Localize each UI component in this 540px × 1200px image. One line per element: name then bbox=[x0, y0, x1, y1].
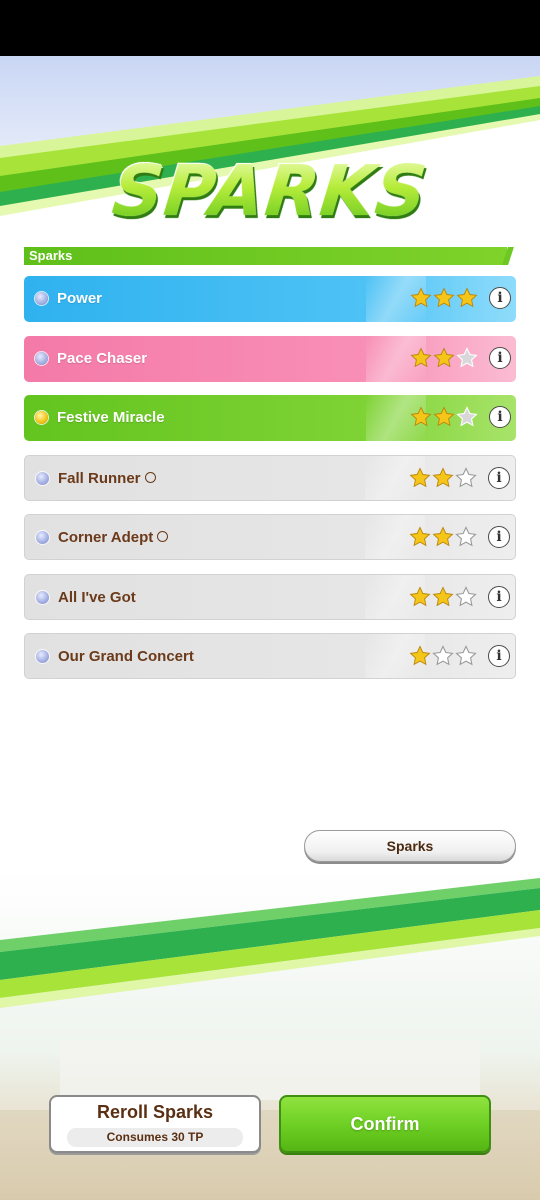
spark-name: All I've Got bbox=[58, 575, 136, 619]
reroll-cost-badge: Consumes 30 TP bbox=[67, 1128, 243, 1147]
spark-name-text: Fall Runner bbox=[58, 469, 141, 487]
sparks-list: Power i Pace Chaser i Festive Miracle i … bbox=[24, 276, 516, 693]
star-filled-icon bbox=[433, 406, 455, 427]
star-empty-icon bbox=[455, 466, 477, 487]
star-filled-icon bbox=[409, 645, 431, 666]
spark-name-text: Festive Miracle bbox=[57, 409, 165, 426]
spark-name: Fall Runner bbox=[58, 456, 156, 500]
star-empty-icon bbox=[432, 645, 454, 666]
spark-name: Festive Miracle bbox=[57, 395, 165, 441]
star-rating bbox=[410, 406, 478, 430]
info-icon[interactable]: i bbox=[488, 526, 510, 548]
reroll-label: Reroll Sparks bbox=[96, 1102, 214, 1122]
skill-orb-icon bbox=[35, 292, 48, 305]
spark-row[interactable]: All I've Got i bbox=[24, 573, 516, 620]
section-header: Sparks bbox=[24, 247, 507, 265]
spark-row[interactable]: Power i bbox=[24, 276, 516, 322]
star-filled-icon bbox=[410, 287, 432, 308]
spark-name: Power bbox=[57, 276, 102, 322]
skill-orb-icon bbox=[36, 590, 49, 604]
star-rating bbox=[410, 346, 478, 371]
info-icon[interactable]: i bbox=[488, 585, 510, 608]
spark-name-text: Power bbox=[57, 290, 103, 307]
info-icon[interactable]: i bbox=[489, 287, 511, 309]
star-filled-icon bbox=[433, 346, 455, 367]
page-title: SPARKS bbox=[0, 150, 540, 232]
star-empty-icon bbox=[456, 346, 478, 367]
sparks-button[interactable]: Sparks bbox=[304, 830, 516, 862]
star-filled-icon bbox=[410, 406, 432, 427]
spark-name-text: Pace Chaser bbox=[57, 349, 148, 367]
skill-orb-icon bbox=[35, 411, 48, 424]
info-icon[interactable]: i bbox=[489, 346, 511, 369]
spark-name-text: Corner Adept bbox=[58, 529, 154, 546]
star-rating bbox=[409, 526, 477, 550]
skill-orb-icon bbox=[36, 650, 49, 663]
spark-name-text: All I've Got bbox=[58, 588, 136, 606]
skill-orb-icon bbox=[36, 471, 49, 485]
confirm-button[interactable]: Confirm bbox=[279, 1095, 491, 1153]
star-empty-icon bbox=[455, 645, 477, 666]
info-icon[interactable]: i bbox=[489, 406, 511, 428]
skill-orb-icon bbox=[35, 351, 48, 365]
star-filled-icon bbox=[409, 526, 431, 547]
star-filled-icon bbox=[456, 287, 478, 308]
info-icon[interactable]: i bbox=[488, 466, 510, 489]
spark-row[interactable]: Festive Miracle i bbox=[24, 395, 516, 441]
reroll-sparks-button[interactable]: Reroll Sparks Consumes 30 TP bbox=[49, 1095, 261, 1153]
circle-marker-icon bbox=[157, 531, 169, 542]
spark-name: Pace Chaser bbox=[57, 336, 147, 382]
star-rating bbox=[410, 287, 478, 311]
spark-row[interactable]: Fall Runner i bbox=[24, 454, 516, 501]
spark-name: Corner Adept bbox=[58, 515, 169, 559]
spark-row[interactable]: Corner Adept i bbox=[24, 514, 516, 560]
star-rating bbox=[409, 466, 477, 491]
star-rating bbox=[409, 645, 477, 669]
spark-row[interactable]: Our Grand Concert i bbox=[24, 633, 516, 679]
spark-name-text: Our Grand Concert bbox=[58, 648, 194, 665]
skill-orb-icon bbox=[36, 531, 49, 544]
star-empty-icon bbox=[455, 585, 477, 606]
star-empty-icon bbox=[455, 526, 477, 547]
star-filled-icon bbox=[432, 585, 454, 606]
star-empty-icon bbox=[456, 406, 478, 427]
circle-marker-icon bbox=[144, 471, 156, 483]
star-filled-icon bbox=[432, 466, 454, 487]
star-rating bbox=[409, 585, 477, 610]
spark-name: Our Grand Concert bbox=[58, 634, 194, 678]
star-filled-icon bbox=[433, 287, 455, 308]
star-filled-icon bbox=[409, 585, 431, 606]
star-filled-icon bbox=[410, 346, 432, 367]
star-filled-icon bbox=[409, 466, 431, 487]
status-bar bbox=[0, 0, 540, 56]
spark-row[interactable]: Pace Chaser i bbox=[24, 335, 516, 382]
star-filled-icon bbox=[432, 526, 454, 547]
info-icon[interactable]: i bbox=[488, 645, 510, 667]
